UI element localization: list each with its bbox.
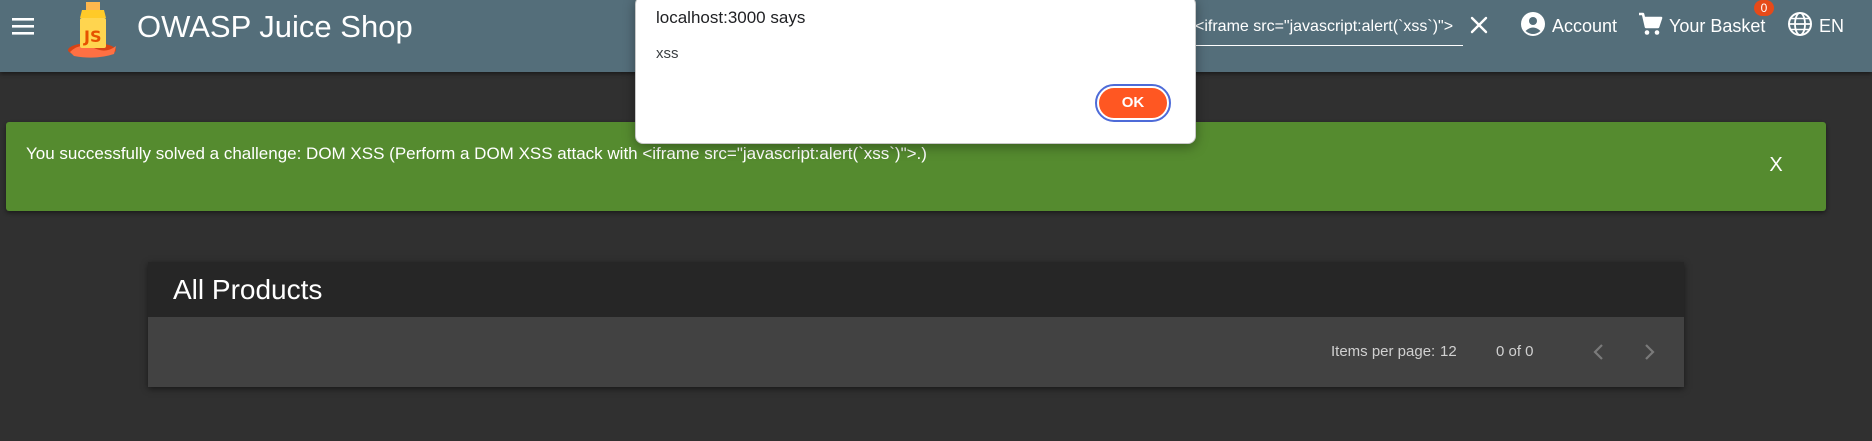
account-circle-icon xyxy=(1520,11,1546,42)
shopping-cart-icon xyxy=(1637,11,1663,42)
chevron-left-icon[interactable] xyxy=(1582,335,1616,369)
page-title: All Products xyxy=(173,274,323,305)
alert-dialog: localhost:3000 says xss OK xyxy=(635,0,1196,144)
items-per-page-label: Items per page: xyxy=(1331,343,1436,360)
svg-text:JS: JS xyxy=(83,27,101,46)
chevron-right-icon[interactable] xyxy=(1632,335,1666,369)
language-label: EN xyxy=(1819,15,1845,36)
products-card: All Products Items per page: 12 0 of 0 xyxy=(148,262,1684,387)
account-label: Account xyxy=(1552,15,1618,36)
banner-message: You successfully solved a challenge: DOM… xyxy=(26,144,927,163)
close-icon[interactable] xyxy=(1465,10,1493,40)
page-range-label: 0 of 0 xyxy=(1496,343,1534,360)
search-input[interactable]: <iframe src="javascript:alert(`xss`)"> xyxy=(1193,12,1463,46)
juice-shop-page: JS OWASP Juice Shop <iframe src="javascr… xyxy=(0,0,1872,441)
basket-count-badge: 0 xyxy=(1754,0,1774,16)
basket-button[interactable]: Your Basket xyxy=(1637,10,1765,42)
paginator: Items per page: 12 0 of 0 xyxy=(148,317,1684,387)
app-title[interactable]: OWASP Juice Shop xyxy=(137,9,413,45)
juice-carton-logo-icon[interactable]: JS xyxy=(66,0,126,60)
products-header: All Products xyxy=(148,262,1684,317)
ok-button[interactable]: OK xyxy=(1095,84,1171,122)
hamburger-menu-icon[interactable] xyxy=(4,8,44,44)
dialog-message: xss xyxy=(656,45,679,62)
dialog-title: localhost:3000 says xyxy=(656,8,806,27)
globe-icon xyxy=(1787,11,1813,42)
account-button[interactable]: Account xyxy=(1520,10,1617,42)
banner-close-button[interactable]: X xyxy=(1761,150,1791,180)
basket-label: Your Basket xyxy=(1669,15,1766,36)
items-per-page-select[interactable]: 12 xyxy=(1440,343,1457,360)
language-button[interactable]: EN xyxy=(1787,10,1844,42)
